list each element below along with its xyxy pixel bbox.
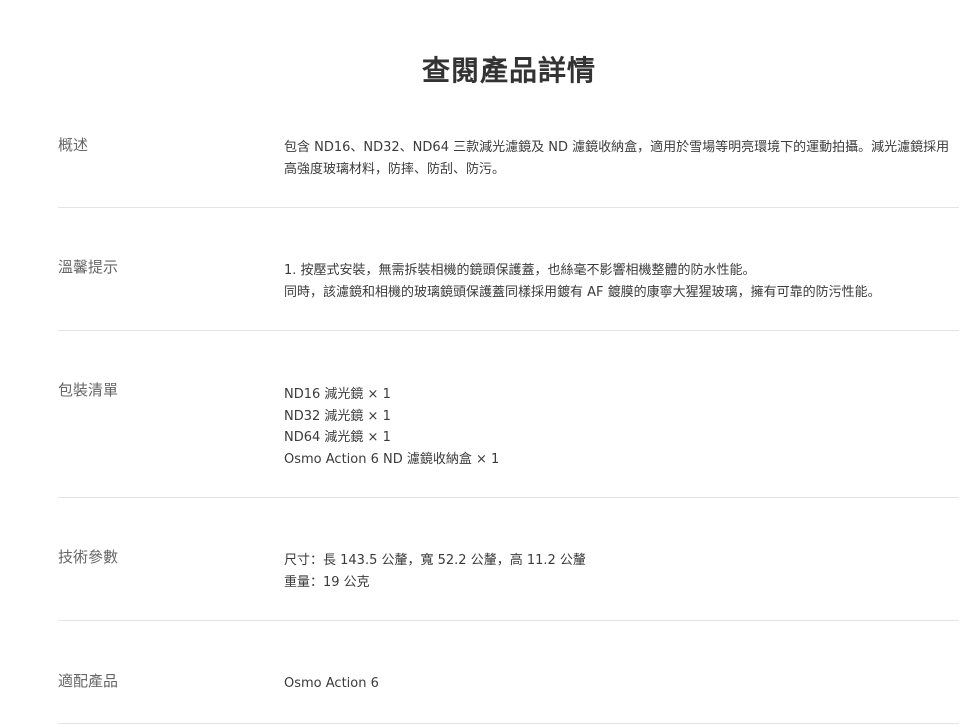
spec-value-package: ND16 減光鏡 × 1 ND32 減光鏡 × 1 ND64 減光鏡 × 1 O… <box>284 384 959 470</box>
spec-list: 概述 包含 ND16、ND32、ND64 三款減光濾鏡及 ND 濾鏡收納盒，適用… <box>58 108 959 724</box>
package-item: ND64 減光鏡 × 1 <box>284 430 391 445</box>
spec-row-compat: 適配產品 Osmo Action 6 <box>58 621 959 724</box>
page-title: 查閱產品詳情 <box>421 53 596 87</box>
compatible-product: Osmo Action 6 <box>284 676 379 691</box>
spec-value-overview: 包含 ND16、ND32、ND64 三款減光濾鏡及 ND 濾鏡收納盒，適用於雪場… <box>284 137 959 180</box>
spec-label-tech: 技術參數 <box>58 548 119 566</box>
spec-label-compat: 適配產品 <box>58 672 119 690</box>
package-item: ND16 減光鏡 × 1 <box>284 387 391 402</box>
spec-label-package: 包裝清單 <box>58 381 119 399</box>
spec-line: 重量：19 公克 <box>284 574 370 590</box>
spec-row-tech: 技術參數 尺寸：長 143.5 公釐，寬 52.2 公釐，高 11.2 公釐 重… <box>58 498 959 621</box>
product-details-page: 查閱產品詳情 概述 包含 ND16、ND32、ND64 三款減光濾鏡及 ND 濾… <box>0 0 975 727</box>
package-item: Osmo Action 6 ND 濾鏡收納盒 × 1 <box>284 451 500 467</box>
spec-row-tips: 溫馨提示 1. 按壓式安裝，無需拆裝相機的鏡頭保護蓋，也絲毫不影響相機整體的防水… <box>58 208 959 331</box>
spec-line: 包含 ND16、ND32、ND64 三款減光濾鏡及 ND 濾鏡收納盒，適用於雪場… <box>284 140 950 177</box>
spec-value-compat: Osmo Action 6 <box>284 673 959 695</box>
package-item: ND32 減光鏡 × 1 <box>284 408 391 424</box>
spec-row-overview: 概述 包含 ND16、ND32、ND64 三款減光濾鏡及 ND 濾鏡收納盒，適用… <box>58 108 959 208</box>
spec-line: 1. 按壓式安裝，無需拆裝相機的鏡頭保護蓋，也絲毫不影響相機整體的防水性能。 <box>284 263 756 278</box>
spec-value-tech: 尺寸：長 143.5 公釐，寬 52.2 公釐，高 11.2 公釐 重量：19 … <box>284 550 959 593</box>
spec-line: 尺寸：長 143.5 公釐，寬 52.2 公釐，高 11.2 公釐 <box>284 553 586 568</box>
spec-label-tips: 溫馨提示 <box>58 258 119 276</box>
spec-value-tips: 1. 按壓式安裝，無需拆裝相機的鏡頭保護蓋，也絲毫不影響相機整體的防水性能。 同… <box>284 260 959 303</box>
spec-row-package: 包裝清單 ND16 減光鏡 × 1 ND32 減光鏡 × 1 ND64 減光鏡 … <box>58 331 959 498</box>
spec-line: 同時，該濾鏡和相機的玻璃鏡頭保護蓋同樣採用鍍有 AF 鍍膜的康寧大猩猩玻璃，擁有… <box>284 284 881 300</box>
spec-label-overview: 概述 <box>58 136 89 154</box>
